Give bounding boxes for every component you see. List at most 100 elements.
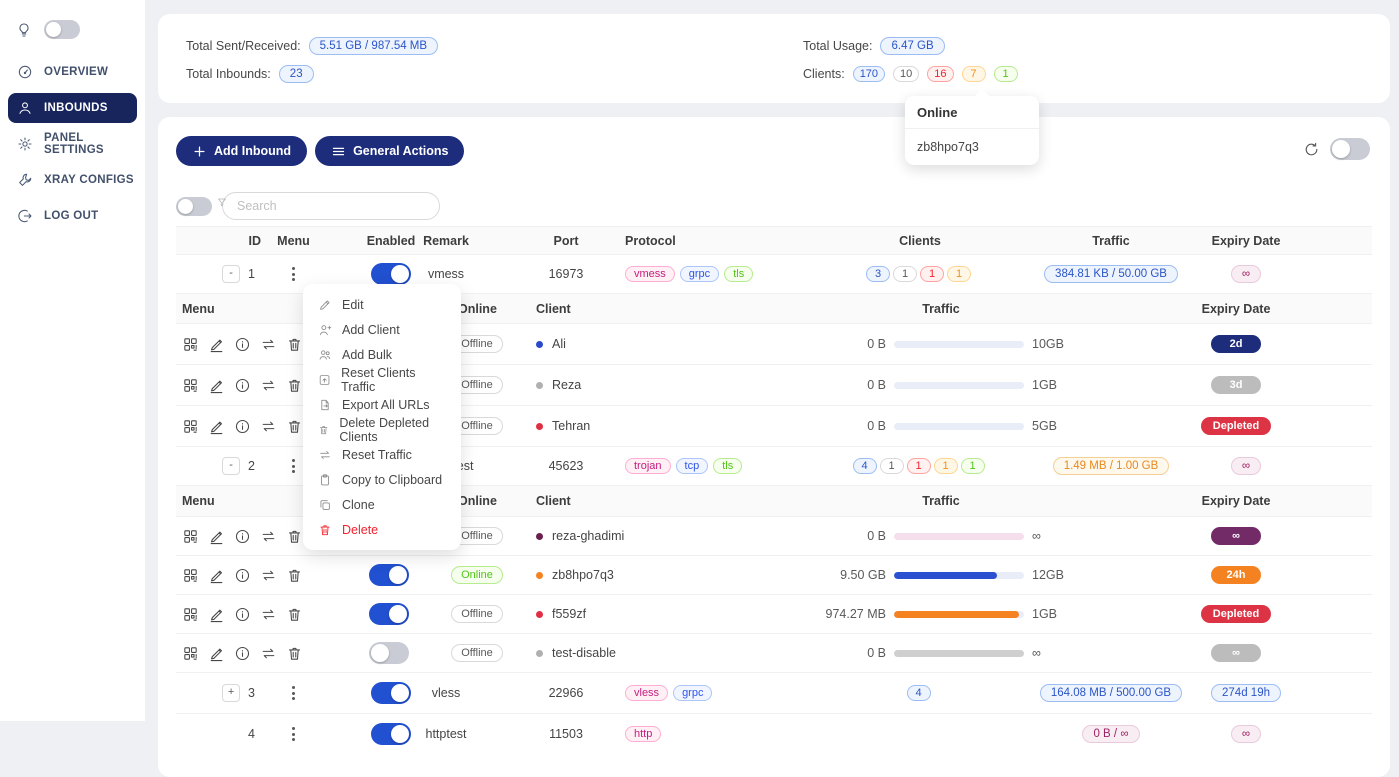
sidebar-item-inbounds[interactable]: INBOUNDS [8,93,137,123]
delete-client-icon[interactable] [286,606,303,623]
client-count-total[interactable]: 4 [853,458,877,474]
reset-traffic-icon[interactable] [260,528,277,545]
popover-title: Online [905,96,1039,129]
traffic-used: 974.27 MB [766,595,886,633]
client-count-depleted[interactable]: 1 [920,266,944,282]
menu-item-reset-traffic[interactable]: Reset Traffic [303,442,461,467]
info-icon[interactable] [234,645,251,662]
filter-toggle[interactable] [176,197,212,216]
edit-client-icon[interactable] [208,377,225,394]
client-count-expiring[interactable]: 1 [934,458,958,474]
client-count-total[interactable]: 4 [907,685,931,701]
qr-code-icon[interactable] [182,377,199,394]
client-count-deactive[interactable]: 1 [893,266,917,282]
menu-item-delete[interactable]: Delete [303,517,461,542]
delete-client-icon[interactable] [286,377,303,394]
reset-traffic-icon[interactable] [260,606,277,623]
traffic-bar-fill [894,611,1019,618]
client-count-deactive[interactable]: 1 [880,458,904,474]
menu-item-label: Edit [342,298,364,312]
edit-client-icon[interactable] [208,336,225,353]
menu-item-add-client[interactable]: Add Client [303,317,461,342]
qr-code-icon[interactable] [182,567,199,584]
client-color-dot [536,341,543,348]
reset-traffic-icon[interactable] [260,645,277,662]
row-menu-button[interactable] [288,263,299,285]
menu-item-export-all-urls[interactable]: Export All URLs [303,392,461,417]
sidebar-item-overview[interactable]: OVERVIEW [8,57,137,87]
client-count-expiring[interactable]: 1 [947,266,971,282]
clients-total-badge[interactable]: 170 [853,66,885,82]
clients-expiring-badge[interactable]: 7 [962,66,986,82]
sidebar-item-label: LOG OUT [44,210,99,222]
qr-code-icon[interactable] [182,418,199,435]
auto-refresh-toggle[interactable] [1330,138,1370,160]
reset-traffic-icon[interactable] [260,377,277,394]
traffic-used: 9.50 GB [766,556,886,594]
reset-traffic-icon[interactable] [260,336,277,353]
edit-client-icon[interactable] [208,418,225,435]
menu-item-edit[interactable]: Edit [303,292,461,317]
expand-button[interactable]: + [222,684,240,702]
reset-traffic-icon[interactable] [260,418,277,435]
menu-item-label: Delete Depleted Clients [339,416,446,444]
search-input[interactable] [222,192,440,220]
client-count-total[interactable]: 3 [866,266,890,282]
traffic-total: 1GB [1032,365,1122,405]
theme-toggle[interactable] [44,20,80,39]
menu-item-delete-depleted-clients[interactable]: Delete Depleted Clients [303,417,461,442]
row-menu-button[interactable] [288,455,299,477]
clients-deactive-badge[interactable]: 10 [893,66,919,82]
delete-client-icon[interactable] [286,336,303,353]
menu-item-copy-to-clipboard[interactable]: Copy to Clipboard [303,467,461,492]
general-actions-button[interactable]: General Actions [315,136,464,166]
delete-client-icon[interactable] [286,567,303,584]
delete-client-icon[interactable] [286,528,303,545]
client-enabled-toggle[interactable] [369,564,409,586]
collapse-button[interactable]: - [222,457,240,475]
add-inbound-button[interactable]: Add Inbound [176,136,307,166]
wrench-icon [17,172,33,188]
menu-item-reset-clients-traffic[interactable]: Reset Clients Traffic [303,367,461,392]
reset-traffic-icon[interactable] [260,567,277,584]
collapse-button[interactable]: - [222,265,240,283]
sidebar-item-panel-settings[interactable]: PANEL SETTINGS [8,129,137,159]
info-icon[interactable] [234,377,251,394]
traffic-pill: 0 B / ∞ [1082,725,1139,743]
row-menu-button[interactable] [288,723,299,745]
info-icon[interactable] [234,567,251,584]
info-icon[interactable] [234,418,251,435]
sidebar-item-xray-configs[interactable]: XRAY CONFIGS [8,165,137,195]
qr-code-icon[interactable] [182,645,199,662]
edit-client-icon[interactable] [208,567,225,584]
client-count-online[interactable]: 1 [961,458,985,474]
delete-client-icon[interactable] [286,418,303,435]
protocol-tag: vless [625,685,668,701]
status-badge: Offline [451,605,503,623]
qr-code-icon[interactable] [182,606,199,623]
header-menu: Menu [261,227,326,254]
menu-item-clone[interactable]: Clone [303,492,461,517]
info-icon[interactable] [234,606,251,623]
row-menu-button[interactable] [288,682,299,704]
client-enabled-toggle[interactable] [369,603,409,625]
edit-client-icon[interactable] [208,645,225,662]
menu-item-add-bulk[interactable]: Add Bulk [303,342,461,367]
edit-client-icon[interactable] [208,528,225,545]
edit-client-icon[interactable] [208,606,225,623]
clients-online-badge[interactable]: 1 [994,66,1018,82]
info-icon[interactable] [234,336,251,353]
client-color-dot [536,611,543,618]
info-icon[interactable] [234,528,251,545]
client-count-depleted[interactable]: 1 [907,458,931,474]
qr-code-icon[interactable] [182,528,199,545]
refresh-icon[interactable] [1303,141,1320,158]
sidebar-item-log-out[interactable]: LOG OUT [8,201,137,231]
traffic-bar [894,533,1024,540]
header-remark: Remark [371,227,521,254]
client-enabled-toggle[interactable] [369,642,409,664]
qr-code-icon[interactable] [182,336,199,353]
expiry-pill: 274d 19h [1211,684,1281,702]
clients-depleted-badge[interactable]: 16 [927,66,953,82]
delete-client-icon[interactable] [286,645,303,662]
